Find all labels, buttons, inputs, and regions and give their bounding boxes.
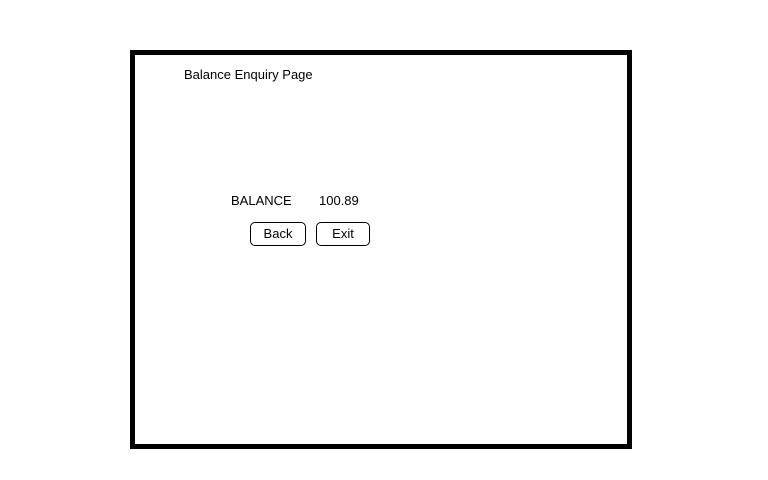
balance-label: BALANCE — [231, 193, 292, 208]
balance-enquiry-window: Balance Enquiry Page BALANCE 100.89 Back… — [130, 50, 632, 449]
back-button[interactable]: Back — [250, 222, 306, 246]
exit-button[interactable]: Exit — [316, 222, 370, 246]
page-title: Balance Enquiry Page — [184, 67, 313, 82]
balance-value: 100.89 — [319, 193, 359, 208]
